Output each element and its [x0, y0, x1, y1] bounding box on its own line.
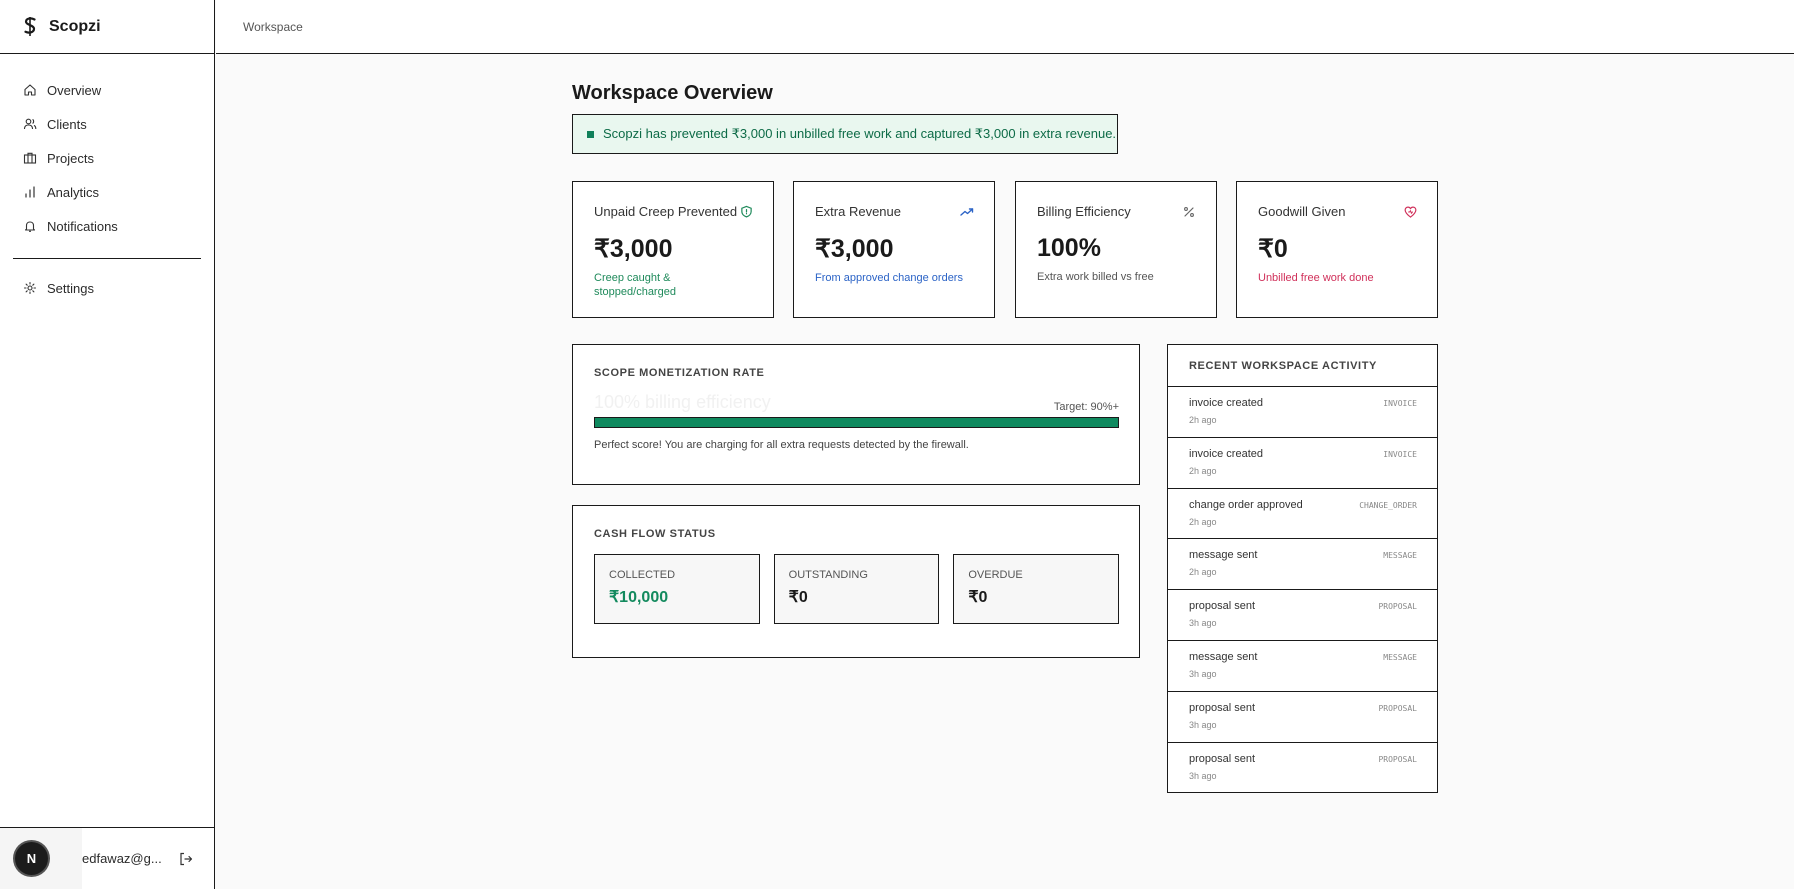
summary-banner: Scopzi has prevented ₹3,000 in unbilled …: [572, 114, 1118, 154]
user-email: edfawaz@g...: [82, 851, 162, 866]
stat-subtext: From approved change orders: [815, 272, 963, 284]
activity-tag: CHANGE_ORDER: [1359, 500, 1417, 510]
nav-divider: [13, 258, 201, 259]
cash-label: OUTSTANDING: [788, 569, 868, 581]
stat-subtext: Creep caught & stopped/charged: [594, 272, 676, 298]
activity-time: 2h ago: [1189, 415, 1217, 425]
activity-item[interactable]: invoice created INVOICE 2h ago: [1168, 438, 1437, 489]
activity-time: 3h ago: [1189, 719, 1217, 730]
activity-tag: INVOICE: [1383, 399, 1417, 408]
banner-square-icon: [587, 130, 594, 138]
activity-item[interactable]: invoice created INVOICE 2h ago: [1168, 387, 1437, 438]
briefcase-icon: [23, 152, 37, 164]
stat-label: Goodwill Given: [1258, 204, 1346, 219]
percent-icon: [1182, 205, 1196, 219]
sidebar-item-label: Clients: [47, 116, 87, 132]
activity-time: 2h ago: [1189, 567, 1217, 578]
activity-tag: PROPOSAL: [1378, 703, 1417, 713]
activity-item[interactable]: proposal sent PROPOSAL 3h ago: [1168, 590, 1437, 641]
scopzi-logo-icon: [22, 17, 38, 37]
activity-time: 2h ago: [1189, 465, 1217, 476]
recent-activity-panel: RECENT WORKSPACE ACTIVITY invoice create…: [1167, 344, 1438, 793]
cash-label: COLLECTED: [609, 569, 676, 581]
stat-label: Extra Revenue: [815, 204, 901, 219]
panel-title: SCOPE MONETIZATION RATE: [594, 367, 765, 379]
activity-item[interactable]: message sent MESSAGE 3h ago: [1168, 641, 1437, 692]
activity-tag: MESSAGE: [1383, 551, 1417, 561]
stat-value: 100%: [1037, 234, 1101, 262]
activity-tag: PROPOSAL: [1378, 754, 1417, 764]
monetization-note: Perfect score! You are charging for all …: [594, 439, 969, 451]
target-label: Target: 90%+: [1053, 401, 1119, 413]
cash-value: ₹10,000: [609, 589, 669, 606]
cash-flow-panel: CASH FLOW STATUS COLLECTED ₹10,000 OUTST…: [572, 505, 1140, 658]
stat-card-unpaid-creep: Unpaid Creep Prevented ₹3,000 Creep caug…: [572, 181, 774, 318]
stat-subtext: Extra work billed vs free: [1037, 271, 1154, 283]
topbar: Workspace: [216, 0, 1794, 54]
stat-value: ₹3,000: [594, 235, 673, 263]
brand-name: Scopzi: [49, 17, 101, 35]
stat-label: Billing Efficiency: [1037, 204, 1131, 219]
avatar-container: N: [0, 827, 82, 889]
logout-icon[interactable]: [178, 851, 194, 867]
sidebar-item-overview[interactable]: Overview: [0, 73, 214, 107]
activity-item[interactable]: message sent MESSAGE 2h ago: [1168, 539, 1437, 591]
brand[interactable]: Scopzi: [0, 0, 214, 54]
progress-fill: [595, 418, 1118, 427]
page-title: Workspace Overview: [572, 82, 773, 104]
panel-title: CASH FLOW STATUS: [594, 528, 716, 540]
trending-up-icon: [960, 205, 974, 219]
sidebar-item-settings[interactable]: Settings: [0, 271, 214, 305]
sidebar-item-notifications[interactable]: Notifications: [0, 209, 214, 243]
activity-tag: PROPOSAL: [1378, 602, 1417, 612]
avatar[interactable]: N: [15, 842, 48, 875]
sidebar-item-label: Overview: [47, 82, 102, 98]
cash-value: ₹0: [968, 589, 988, 606]
breadcrumb[interactable]: Workspace: [243, 20, 303, 34]
activity-time: 3h ago: [1189, 668, 1217, 679]
activity-tag: MESSAGE: [1383, 652, 1417, 662]
sidebar-item-label: Notifications: [47, 218, 118, 234]
stat-card-goodwill-given: Goodwill Given ₹0 Unbilled free work don…: [1236, 181, 1438, 318]
panel-title: RECENT WORKSPACE ACTIVITY: [1189, 359, 1377, 372]
shield-icon: [739, 205, 753, 219]
billing-efficiency-ghost-text: 100% billing efficiency: [594, 392, 771, 412]
sidebar-nav: Overview Clients Projects Analytics Noti…: [0, 54, 214, 305]
sidebar-item-projects[interactable]: Projects: [0, 141, 214, 175]
sidebar-item-label: Analytics: [47, 184, 100, 200]
heart-icon: [1403, 205, 1417, 219]
bell-icon: [24, 221, 36, 232]
activity-tag: INVOICE: [1383, 449, 1417, 459]
stat-subtext: Unbilled free work done: [1258, 272, 1374, 284]
cash-value: ₹0: [788, 589, 808, 606]
activity-time: 2h ago: [1189, 516, 1217, 527]
home-icon: [24, 84, 36, 96]
sidebar: Scopzi Overview Clients Projects Analyti…: [0, 0, 215, 889]
cash-card-overdue: OVERDUE ₹0: [953, 554, 1120, 624]
stat-card-billing-efficiency: Billing Efficiency 100% Extra work bille…: [1015, 181, 1217, 318]
activity-item[interactable]: change order approved CHANGE_ORDER 2h ag…: [1168, 489, 1437, 540]
bar-chart-icon: [25, 186, 35, 198]
activity-item[interactable]: proposal sent PROPOSAL 3h ago: [1168, 692, 1437, 743]
cash-card-outstanding: OUTSTANDING ₹0: [773, 554, 940, 624]
cash-label: OVERDUE: [968, 569, 1023, 581]
gear-icon: [23, 281, 37, 295]
sidebar-item-label: Projects: [47, 150, 94, 166]
sidebar-item-analytics[interactable]: Analytics: [0, 175, 214, 209]
users-icon: [23, 118, 37, 130]
stat-card-extra-revenue: Extra Revenue ₹3,000 From approved chang…: [793, 181, 995, 318]
cash-card-collected: COLLECTED ₹10,000: [594, 554, 760, 624]
activity-item[interactable]: proposal sent PROPOSAL 3h ago: [1168, 743, 1437, 794]
activity-time: 3h ago: [1189, 618, 1217, 629]
stat-label: Unpaid Creep Prevented: [594, 204, 738, 219]
banner-text: Scopzi has prevented ₹3,000 in unbilled …: [603, 126, 1117, 141]
user-footer: N edfawaz@g...: [0, 827, 214, 889]
scope-monetization-panel: SCOPE MONETIZATION RATE 100% billing eff…: [572, 344, 1140, 485]
stat-value: ₹3,000: [815, 235, 894, 263]
stat-value: ₹0: [1258, 235, 1288, 263]
sidebar-item-clients[interactable]: Clients: [0, 107, 214, 141]
sidebar-item-label: Settings: [47, 280, 94, 296]
monetization-progress-bar: [594, 417, 1119, 428]
activity-time: 3h ago: [1189, 770, 1217, 781]
